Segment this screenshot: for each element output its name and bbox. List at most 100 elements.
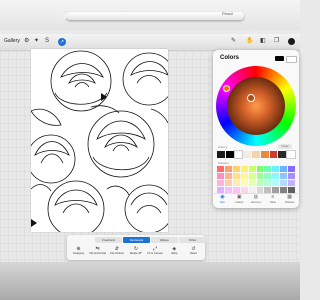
tab-classic[interactable]: ▣ Classic — [231, 194, 248, 208]
history-label: History — [218, 145, 228, 149]
eraser-icon[interactable]: ◧ — [260, 37, 266, 46]
palette-swatch[interactable] — [232, 166, 240, 172]
tab-disc[interactable]: ◉ Disc — [214, 194, 231, 208]
tab-label: Harmony — [250, 201, 262, 204]
flip-vertical-button[interactable]: ⇵ Flip Vertical — [107, 246, 126, 255]
hue-knob[interactable] — [223, 85, 230, 92]
color-knob[interactable] — [247, 94, 255, 102]
color-dot-icon[interactable] — [288, 38, 295, 45]
history-swatch[interactable] — [225, 151, 234, 158]
history-swatch[interactable] — [260, 151, 269, 158]
color-mode-tabs: ◉ Disc ▣ Classic ◍ Harmony ≡ Value ▦ Palettes — [214, 193, 298, 208]
drawing-canvas[interactable] — [31, 49, 168, 232]
tab-label: Classic — [235, 201, 244, 204]
rose-line-art — [31, 50, 168, 232]
palette-swatch[interactable] — [256, 180, 264, 186]
history-swatch[interactable] — [286, 150, 297, 159]
history-swatch[interactable] — [233, 150, 244, 159]
history-swatch[interactable] — [278, 151, 287, 158]
mode-rectangle[interactable]: Rectangle — [123, 237, 150, 243]
palette-swatch[interactable] — [240, 173, 248, 179]
palette-swatch[interactable] — [280, 166, 288, 172]
action-label: Reset — [190, 252, 197, 255]
history-swatch[interactable] — [243, 151, 252, 158]
history-swatch[interactable] — [252, 151, 260, 158]
palette-swatch[interactable] — [256, 173, 264, 179]
action-label: Rotate 45° — [129, 252, 143, 255]
palette-swatch[interactable] — [280, 180, 288, 186]
gallery-button[interactable]: Gallery — [4, 38, 20, 44]
action-label: Flip Horizontal — [89, 252, 106, 255]
palette-swatch[interactable] — [232, 180, 240, 186]
action-label: Fit to Canvas — [147, 252, 163, 255]
palette-swatch[interactable] — [217, 173, 224, 179]
layers-icon[interactable]: ❐ — [274, 37, 279, 46]
reset-button[interactable]: ↺ Reset — [184, 246, 203, 255]
palette-swatch[interactable] — [264, 166, 272, 172]
device-top-bar: Pencil — [0, 0, 300, 30]
transform-arrow-icon[interactable]: ↗ — [58, 38, 66, 46]
palette-swatch[interactable] — [264, 173, 272, 179]
interpolation-button[interactable]: ◈ Warp — [165, 246, 184, 255]
brush-icon[interactable]: ✎ — [231, 37, 236, 46]
fit-to-canvas-button[interactable]: ⤢ Fit to Canvas — [146, 246, 165, 255]
palette-swatch[interactable] — [240, 180, 248, 186]
palette-swatch[interactable] — [256, 166, 264, 172]
palette-swatch[interactable] — [248, 173, 256, 179]
action-label: Snapping — [73, 252, 84, 255]
palette-swatch[interactable] — [272, 166, 280, 172]
clear-history-button[interactable]: Clear — [278, 144, 292, 149]
palette-swatch[interactable] — [224, 173, 232, 179]
palettes-icon: ▦ — [287, 194, 292, 200]
secondary-color-swatch[interactable] — [286, 56, 297, 63]
primary-color-swatch[interactable] — [275, 56, 284, 61]
palette-swatch[interactable] — [280, 173, 288, 179]
mode-other[interactable]: Other — [179, 237, 206, 243]
color-palette — [217, 166, 295, 193]
action-label: Warp — [171, 252, 178, 255]
palette-swatch[interactable] — [272, 173, 280, 179]
palette-label: Palettes — [218, 161, 229, 165]
tab-label: Palettes — [284, 201, 295, 204]
color-disc[interactable] — [216, 66, 296, 146]
palette-swatch[interactable] — [248, 180, 256, 186]
selection-modes: Freehand Rectangle Ellipse Other — [95, 237, 206, 243]
palette-swatch[interactable] — [272, 180, 280, 186]
history-swatch[interactable] — [269, 151, 278, 158]
classic-icon: ▣ — [236, 194, 242, 200]
palette-swatch[interactable] — [288, 173, 295, 179]
mode-freehand[interactable]: Freehand — [95, 237, 122, 243]
selection-actions: ⊕ Snapping ⇋ Flip Horizontal ⇵ Flip Vertical ↻… — [69, 246, 203, 255]
value-icon: ≡ — [271, 194, 275, 200]
palette-swatch[interactable] — [248, 166, 256, 172]
tab-harmony[interactable]: ◍ Harmony — [248, 194, 265, 208]
palette-swatch[interactable] — [224, 166, 232, 172]
harmony-icon: ◍ — [253, 194, 259, 200]
tab-palettes[interactable]: ▦ Palettes — [281, 194, 298, 208]
selection-toolbar: Freehand Rectangle Ellipse Other ⊕ Snapping ⇋… — [67, 235, 206, 260]
palette-swatch[interactable] — [224, 180, 232, 186]
history-swatch[interactable] — [217, 151, 225, 158]
tab-value[interactable]: ≡ Value — [264, 194, 281, 208]
palette-swatch[interactable] — [217, 166, 224, 172]
palette-swatch[interactable] — [232, 173, 240, 179]
palette-swatch[interactable] — [217, 180, 224, 186]
flip-horizontal-button[interactable]: ⇋ Flip Horizontal — [88, 246, 107, 255]
palette-swatch[interactable] — [288, 180, 295, 186]
wrench-icon[interactable]: ⚙ — [24, 37, 29, 46]
smudge-icon[interactable]: ✋ — [246, 37, 253, 46]
saturation-brightness-disc[interactable] — [227, 77, 285, 135]
apple-pencil: Pencil — [60, 11, 244, 20]
color-history — [217, 150, 297, 159]
snapping-button[interactable]: ⊕ Snapping — [69, 246, 88, 255]
mode-ellipse[interactable]: Ellipse — [151, 237, 178, 243]
selection-icon[interactable]: S — [45, 37, 49, 46]
colors-panel-title: Colors — [220, 55, 240, 61]
pencil-tip-icon — [60, 13, 66, 19]
palette-swatch[interactable] — [264, 180, 272, 186]
disc-icon: ◉ — [220, 194, 225, 200]
palette-swatch[interactable] — [240, 166, 248, 172]
rotate-button[interactable]: ↻ Rotate 45° — [126, 246, 145, 255]
magic-wand-icon[interactable]: ✦ — [34, 37, 39, 46]
palette-swatch[interactable] — [288, 166, 295, 172]
